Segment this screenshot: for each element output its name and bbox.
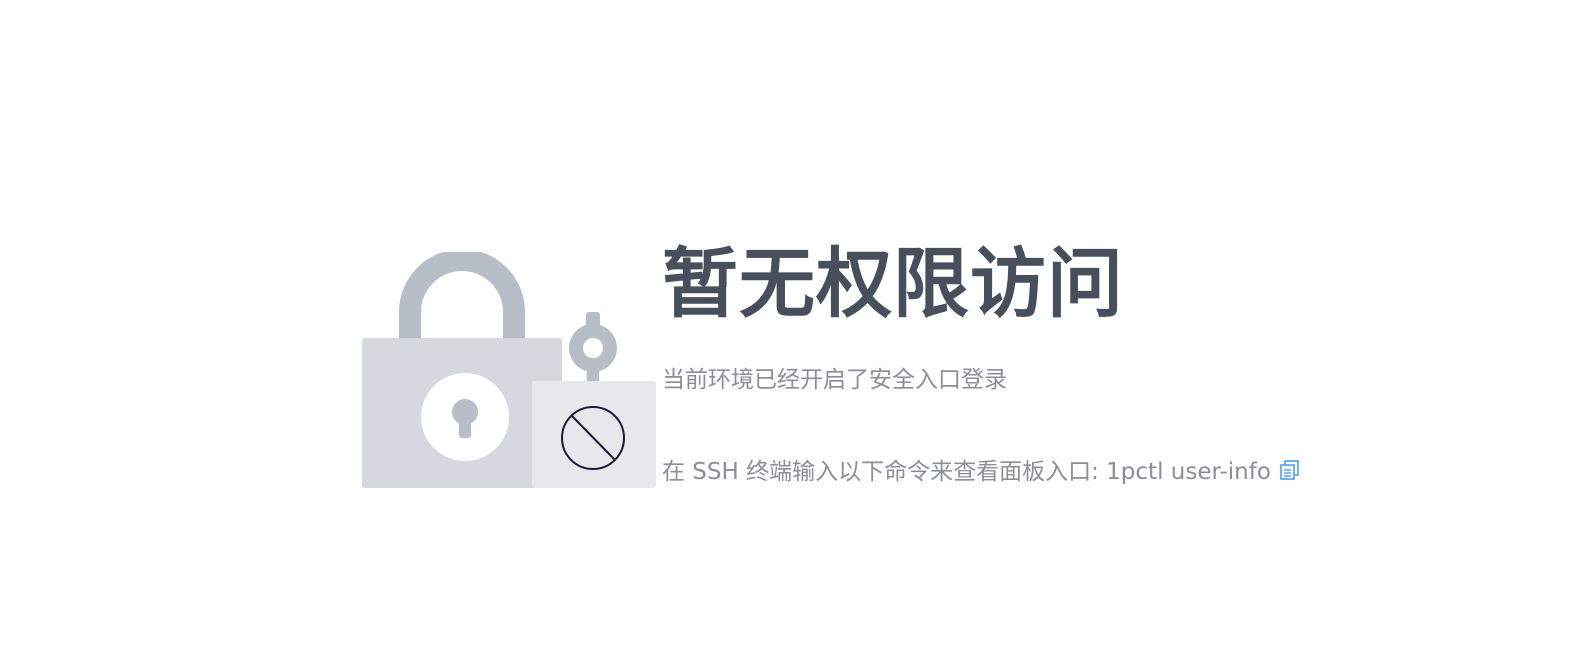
- locked-illustration: [362, 252, 656, 488]
- subtitle: 当前环境已经开启了安全入口登录: [662, 367, 1007, 393]
- copy-icon[interactable]: [1279, 459, 1301, 481]
- command-hint: 在 SSH 终端输入以下命令来查看面板入口: 1pctl user-info: [662, 456, 1301, 488]
- command-hint-text: 在 SSH 终端输入以下命令来查看面板入口: 1pctl user-info: [662, 459, 1271, 485]
- message-panel: 暂无权限访问 当前环境已经开启了安全入口登录 在 SSH 终端输入以下命令来查看…: [662, 236, 1562, 485]
- no-permission-page: 暂无权限访问 当前环境已经开启了安全入口登录 在 SSH 终端输入以下命令来查看…: [0, 0, 1589, 662]
- page-title: 暂无权限访问: [662, 239, 1124, 328]
- small-lock-body: [532, 381, 656, 488]
- small-lock-shackle: [569, 312, 617, 384]
